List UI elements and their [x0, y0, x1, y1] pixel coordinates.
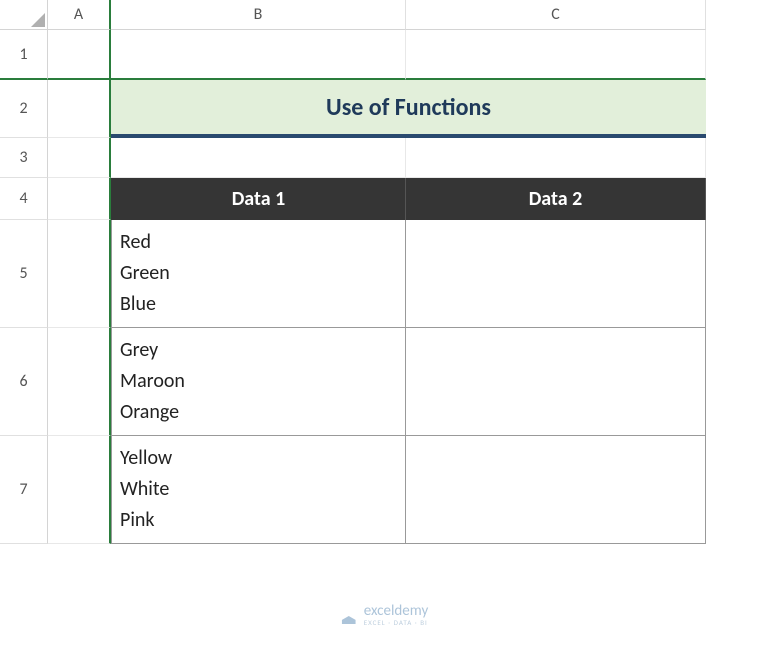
row-header-3[interactable]: 3	[0, 138, 48, 178]
cell-a3[interactable]	[48, 138, 111, 178]
cell-c3[interactable]	[406, 138, 706, 178]
cell-b6[interactable]: Grey Maroon Orange	[111, 328, 406, 436]
cell-c6[interactable]	[406, 328, 706, 436]
spreadsheet-grid: A B C 1 2 Use of Functions 3 4 Data 1 Da…	[0, 0, 768, 544]
cell-a5[interactable]	[48, 220, 111, 328]
header-data1[interactable]: Data 1	[111, 178, 406, 220]
cell-a6[interactable]	[48, 328, 111, 436]
header-data2[interactable]: Data 2	[406, 178, 706, 220]
row-header-2[interactable]: 2	[0, 80, 48, 138]
row-header-7[interactable]: 7	[0, 436, 48, 544]
col-header-a[interactable]: A	[48, 0, 111, 30]
cell-b1[interactable]	[111, 30, 406, 80]
cell-c5[interactable]	[406, 220, 706, 328]
col-header-b[interactable]: B	[111, 0, 406, 30]
cell-c1[interactable]	[406, 30, 706, 80]
title-cell[interactable]: Use of Functions	[111, 80, 706, 138]
col-header-c[interactable]: C	[406, 0, 706, 30]
cell-b5[interactable]: Red Green Blue	[111, 220, 406, 328]
cell-a7[interactable]	[48, 436, 111, 544]
cell-a1[interactable]	[48, 30, 111, 80]
cell-b7[interactable]: Yellow White Pink	[111, 436, 406, 544]
cell-b3[interactable]	[111, 138, 406, 178]
watermark-sub: EXCEL · DATA · BI	[364, 619, 428, 626]
watermark-main: exceldemy	[364, 604, 428, 619]
watermark: exceldemy EXCEL · DATA · BI	[340, 604, 428, 626]
cell-c7[interactable]	[406, 436, 706, 544]
cell-a4[interactable]	[48, 178, 111, 220]
row-header-6[interactable]: 6	[0, 328, 48, 436]
cell-a2[interactable]	[48, 80, 111, 138]
house-icon	[340, 606, 358, 624]
row-header-1[interactable]: 1	[0, 30, 48, 80]
row-header-5[interactable]: 5	[0, 220, 48, 328]
row-header-4[interactable]: 4	[0, 178, 48, 220]
select-all-corner[interactable]	[0, 0, 48, 30]
